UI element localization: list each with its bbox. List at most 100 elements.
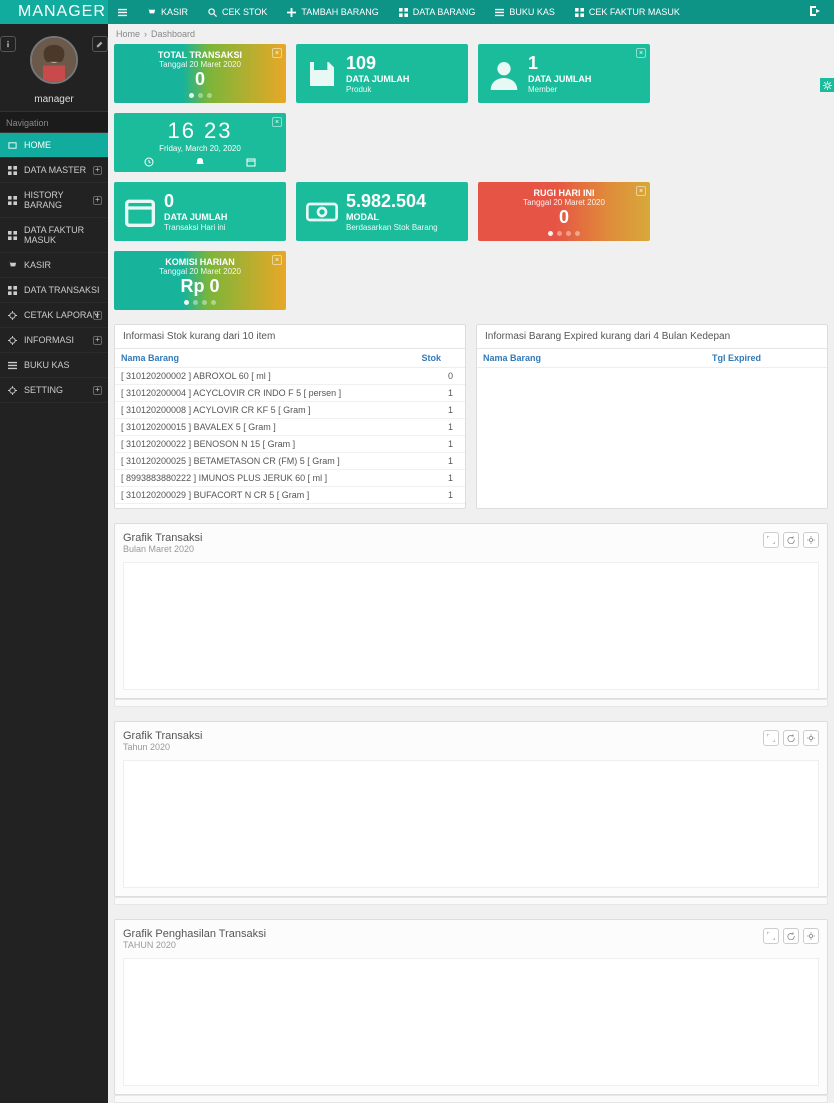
user-icon bbox=[488, 58, 520, 90]
avatar bbox=[30, 36, 78, 84]
scrollbar[interactable] bbox=[114, 1095, 828, 1103]
breadcrumb-page: Dashboard bbox=[151, 29, 195, 39]
sidebar-item-setting[interactable]: SETTING+ bbox=[0, 378, 108, 403]
nav-icon bbox=[8, 361, 17, 370]
expand-button[interactable] bbox=[763, 532, 779, 548]
sidebar-item-data-transaksi[interactable]: DATA TRANSAKSI bbox=[0, 278, 108, 303]
topnav-data-barang[interactable]: DATA BARANG bbox=[389, 7, 486, 17]
expired-panel: Informasi Barang Expired kurang dari 4 B… bbox=[476, 324, 828, 509]
breadcrumb-home[interactable]: Home bbox=[116, 29, 140, 39]
card-close[interactable]: × bbox=[272, 48, 282, 58]
topnav-cek-faktur[interactable]: CEK FAKTUR MASUK bbox=[565, 7, 690, 17]
cart-icon bbox=[147, 8, 156, 17]
logout-button[interactable] bbox=[810, 6, 834, 19]
card-transaksi-hari: 0DATA JUMLAHTransaksi Hari ini bbox=[114, 182, 286, 241]
card-produk: 109DATA JUMLAHProduk bbox=[296, 44, 468, 103]
sidebar-item-data-faktur-masuk[interactable]: DATA FAKTUR MASUK bbox=[0, 218, 108, 253]
chart-panel-2: Grafik Penghasilan TransaksiTAHUN 2020 bbox=[114, 919, 828, 1095]
user-info-button[interactable] bbox=[0, 36, 16, 52]
calendar-icon bbox=[124, 196, 156, 228]
scrollbar[interactable] bbox=[114, 699, 828, 707]
menu-toggle[interactable] bbox=[108, 8, 137, 17]
sidebar-item-buku-kas[interactable]: BUKU KAS bbox=[0, 353, 108, 378]
nav-icon bbox=[8, 286, 17, 295]
breadcrumb: Home›Dashboard bbox=[108, 24, 834, 44]
card-clock: × 16 23 Friday, March 20, 2020 bbox=[114, 113, 286, 172]
chart-panel-0: Grafik TransaksiBulan Maret 2020 bbox=[114, 523, 828, 699]
topnav-buku-kas[interactable]: BUKU KAS bbox=[485, 7, 565, 17]
edit-icon bbox=[96, 40, 104, 48]
sidebar-item-cetak-laporan[interactable]: CETAK LAPORAN+ bbox=[0, 303, 108, 328]
settings-button[interactable] bbox=[803, 532, 819, 548]
stock-table-body[interactable]: [ 310120200002 ] ABROXOL 60 [ ml ]0 [ 310… bbox=[115, 368, 465, 508]
topnav-tambah-barang[interactable]: TAMBAH BARANG bbox=[277, 7, 388, 17]
sidebar-item-history-barang[interactable]: HISTORY BARANG+ bbox=[0, 183, 108, 218]
card-modal: 5.982.504MODALBerdasarkan Stok Barang bbox=[296, 182, 468, 241]
refresh-button[interactable] bbox=[783, 730, 799, 746]
logout-icon bbox=[810, 6, 820, 16]
save-icon bbox=[306, 58, 338, 90]
card-close[interactable]: × bbox=[272, 117, 282, 127]
table-row: [ 310120200025 ] BETAMETASON CR (FM) 5 [… bbox=[115, 453, 465, 470]
expand-icon: + bbox=[93, 196, 102, 205]
table-row: [ 310120200015 ] BAVALEX 5 [ Gram ]1 bbox=[115, 419, 465, 436]
card-close[interactable]: × bbox=[636, 48, 646, 58]
calendar-icon[interactable] bbox=[246, 157, 256, 167]
topnav-kasir[interactable]: KASIR bbox=[137, 7, 198, 17]
refresh-icon bbox=[787, 932, 795, 940]
scrollbar[interactable] bbox=[114, 897, 828, 905]
expand-button[interactable] bbox=[763, 928, 779, 944]
bell-icon[interactable] bbox=[195, 157, 205, 167]
sidebar: manager Navigation HOMEDATA MASTER+HISTO… bbox=[0, 24, 108, 1103]
table-row: [ 310120200008 ] ACYLOVIR CR KF 5 [ Gram… bbox=[115, 402, 465, 419]
bars-icon bbox=[118, 8, 127, 17]
card-komisi: × KOMISI HARIAN Tanggal 20 Maret 2020 Rp… bbox=[114, 251, 286, 310]
theme-settings-button[interactable] bbox=[820, 78, 834, 92]
sidebar-item-informasi[interactable]: INFORMASI+ bbox=[0, 328, 108, 353]
expand-icon: + bbox=[93, 386, 102, 395]
nav-icon bbox=[8, 231, 17, 240]
user-edit-button[interactable] bbox=[92, 36, 108, 52]
nav-icon bbox=[8, 336, 17, 345]
nav-icon bbox=[8, 196, 17, 205]
chart-panel-1: Grafik TransaksiTahun 2020 bbox=[114, 721, 828, 897]
grid-icon bbox=[575, 8, 584, 17]
settings-button[interactable] bbox=[803, 928, 819, 944]
info-icon bbox=[4, 40, 12, 48]
clock-icon[interactable] bbox=[144, 157, 154, 167]
expand-icon: + bbox=[93, 336, 102, 345]
card-close[interactable]: × bbox=[272, 255, 282, 265]
gear-icon bbox=[807, 536, 815, 544]
refresh-icon bbox=[787, 536, 795, 544]
gear-icon bbox=[823, 81, 832, 90]
card-total-transaksi: × TOTAL TRANSAKSI Tanggal 20 Maret 2020 … bbox=[114, 44, 286, 103]
expand-button[interactable] bbox=[763, 730, 779, 746]
plus-icon bbox=[287, 8, 296, 17]
refresh-button[interactable] bbox=[783, 928, 799, 944]
expand-icon: + bbox=[93, 166, 102, 175]
brand: MANAGER bbox=[0, 0, 108, 24]
card-close[interactable]: × bbox=[636, 186, 646, 196]
table-row: [ 310120200029 ] BUFACORT N CR 5 [ Gram … bbox=[115, 487, 465, 504]
nav-icon bbox=[8, 261, 17, 270]
expand-icon: + bbox=[93, 311, 102, 320]
sidebar-item-home[interactable]: HOME bbox=[0, 133, 108, 158]
sidebar-item-data-master[interactable]: DATA MASTER+ bbox=[0, 158, 108, 183]
nav-icon bbox=[8, 311, 17, 320]
table-row: [ 310120200022 ] BENOSON N 15 [ Gram ]1 bbox=[115, 436, 465, 453]
grid-icon bbox=[399, 8, 408, 17]
table-row: [ 310120200002 ] ABROXOL 60 [ ml ]0 bbox=[115, 368, 465, 385]
gear-icon bbox=[807, 932, 815, 940]
expand-icon bbox=[767, 734, 775, 742]
refresh-icon bbox=[787, 734, 795, 742]
list-icon bbox=[495, 8, 504, 17]
settings-button[interactable] bbox=[803, 730, 819, 746]
refresh-button[interactable] bbox=[783, 532, 799, 548]
gear-icon bbox=[807, 734, 815, 742]
money-icon bbox=[306, 196, 338, 228]
topnav-cek-stok[interactable]: CEK STOK bbox=[198, 7, 277, 17]
nav-icon bbox=[8, 166, 17, 175]
sidebar-item-kasir[interactable]: KASIR bbox=[0, 253, 108, 278]
expand-icon bbox=[767, 536, 775, 544]
nav-icon bbox=[8, 386, 17, 395]
